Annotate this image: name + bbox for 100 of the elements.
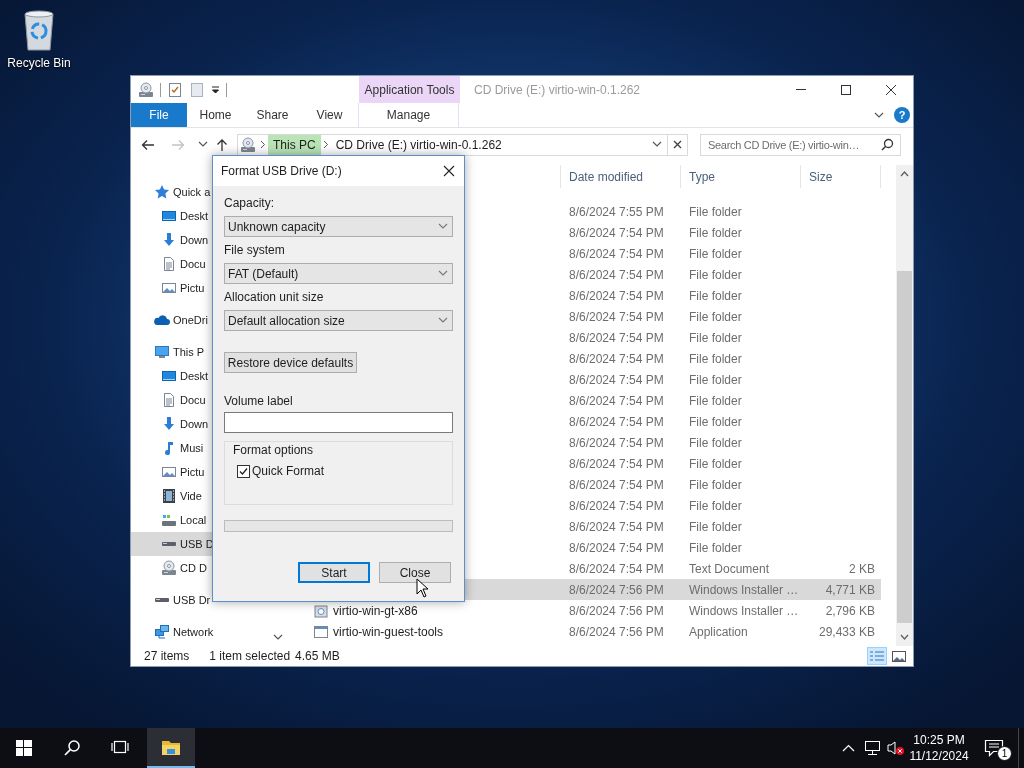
chevron-down-icon[interactable] bbox=[874, 111, 884, 119]
notification-badge: 1 bbox=[997, 746, 1012, 761]
speaker-icon[interactable] bbox=[887, 740, 905, 756]
size-cell-text: 29,433 KB bbox=[817, 624, 876, 639]
star-icon bbox=[154, 184, 170, 200]
taskbar-button[interactable] bbox=[147, 728, 195, 768]
date-cell-text: 8/6/2024 7:56 PM bbox=[568, 624, 665, 639]
ribbon-tab[interactable]: Manage bbox=[358, 103, 459, 127]
dropdown[interactable]: Default allocation size bbox=[224, 310, 453, 331]
ribbon-tab[interactable]: Share bbox=[244, 103, 301, 127]
dialog-button[interactable]: Close bbox=[379, 562, 451, 583]
column-header[interactable]: Date modified bbox=[561, 165, 681, 188]
clock-time[interactable]: 10:25 PM bbox=[913, 732, 965, 748]
document-icon bbox=[161, 256, 177, 272]
close-icon[interactable] bbox=[443, 165, 455, 177]
type-cell-text: Windows Installer … bbox=[688, 582, 800, 597]
ribbon-tab[interactable]: View bbox=[301, 103, 358, 127]
file-row[interactable]: virtio-win-gt-x86 8/6/2024 7:56 PM Windows Installer … 2,796 KB bbox=[291, 600, 881, 621]
volume-label-field[interactable] bbox=[224, 412, 453, 433]
date-cell-text: 8/6/2024 7:54 PM bbox=[568, 498, 665, 513]
type-cell-text: File folder bbox=[688, 267, 743, 282]
type-cell-text: File folder bbox=[688, 225, 743, 240]
search-icon[interactable] bbox=[64, 740, 80, 756]
nav-item[interactable]: Local bbox=[131, 508, 291, 532]
size-cell-text: 2,796 KB bbox=[824, 603, 876, 618]
size-cell-text: 2 KB bbox=[848, 561, 876, 576]
type-cell-text: File folder bbox=[688, 309, 743, 324]
network-monitor-icon[interactable] bbox=[863, 740, 881, 756]
clear-button[interactable] bbox=[668, 133, 688, 156]
chevron-down-icon[interactable] bbox=[652, 141, 662, 148]
installer-icon bbox=[313, 602, 329, 619]
date-cell-text: 8/6/2024 7:55 PM bbox=[568, 204, 665, 219]
type-cell-text: File folder bbox=[688, 246, 743, 261]
document-icon bbox=[161, 392, 177, 408]
scrollbar-thumb[interactable] bbox=[897, 271, 912, 623]
type-cell-text: File folder bbox=[688, 351, 743, 366]
dialog-title: Format USB Drive (D:) bbox=[221, 164, 342, 178]
group-title: Format options bbox=[233, 443, 315, 457]
monitor-icon bbox=[154, 344, 170, 360]
disc-drive-icon bbox=[161, 560, 177, 576]
field-label: Volume label bbox=[224, 394, 294, 408]
chevron-up-icon[interactable] bbox=[841, 744, 855, 752]
dialog-button[interactable]: Start bbox=[298, 562, 370, 583]
window-title: CD Drive (E:) virtio-win-0.1.262 bbox=[473, 81, 642, 99]
nav-item[interactable]: Network bbox=[131, 620, 291, 644]
breadcrumb[interactable]: This PC bbox=[268, 134, 321, 155]
search-icon[interactable] bbox=[881, 138, 894, 151]
type-cell-text: File folder bbox=[688, 498, 743, 513]
chevron-right-icon[interactable] bbox=[322, 140, 329, 149]
nav-item[interactable]: CD D bbox=[131, 556, 291, 580]
breadcrumb[interactable]: CD Drive (E:) virtio-win-0.1.262 bbox=[330, 134, 507, 155]
date-cell-text: 8/6/2024 7:54 PM bbox=[568, 414, 665, 429]
contextual-tab-group: Application Tools bbox=[359, 76, 460, 103]
picture-icon bbox=[161, 280, 177, 296]
close-icon[interactable] bbox=[884, 83, 897, 96]
ribbon-tab[interactable]: Home bbox=[187, 103, 244, 127]
date-cell-text: 8/6/2024 7:54 PM bbox=[568, 246, 665, 261]
ribbon-tab[interactable]: File bbox=[131, 103, 187, 127]
column-header[interactable]: Type bbox=[681, 165, 801, 188]
x-icon[interactable] bbox=[673, 140, 682, 149]
checklist-icon[interactable] bbox=[167, 81, 183, 98]
column-header[interactable]: Size bbox=[801, 165, 881, 188]
type-cell-text: Application bbox=[688, 624, 749, 639]
nav-item[interactable]: Down bbox=[131, 412, 291, 436]
file-row[interactable]: virtio-win-guest-tools 8/6/2024 7:56 PM Application 29,433 KB bbox=[291, 621, 881, 642]
windows-logo-icon[interactable] bbox=[16, 740, 32, 756]
nav-item[interactable]: USB Dr bbox=[131, 588, 291, 612]
date-cell-text: 8/6/2024 7:54 PM bbox=[568, 456, 665, 471]
date-cell-text: 8/6/2024 7:54 PM bbox=[568, 267, 665, 282]
date-cell-text: 8/6/2024 7:54 PM bbox=[568, 435, 665, 450]
type-cell-text: File folder bbox=[688, 393, 743, 408]
file-name: virtio-win-gt-x86 bbox=[333, 603, 418, 618]
disc-drive-icon[interactable] bbox=[138, 81, 154, 98]
clock-date[interactable]: 11/12/2024 bbox=[909, 748, 969, 764]
chevron-right-icon[interactable] bbox=[260, 140, 266, 149]
type-cell-text: File folder bbox=[688, 519, 743, 534]
nav-item[interactable]: Vide bbox=[131, 484, 291, 508]
type-cell-text: Windows Installer … bbox=[688, 603, 800, 618]
dropdown[interactable]: FAT (Default) bbox=[224, 263, 453, 284]
item-count: 27 items bbox=[144, 649, 190, 663]
maximize-icon[interactable] bbox=[839, 83, 852, 96]
chevron-down-icon[interactable] bbox=[273, 634, 283, 641]
date-cell-text: 8/6/2024 7:54 PM bbox=[568, 330, 665, 345]
type-cell-text: Text Document bbox=[688, 561, 771, 576]
help-button[interactable]: ? bbox=[894, 107, 910, 123]
restore-defaults-button[interactable]: Restore device defaults bbox=[224, 352, 357, 373]
date-cell-text: 8/6/2024 7:54 PM bbox=[568, 309, 665, 324]
checkbox-label[interactable]: Quick Format bbox=[252, 464, 324, 478]
download-arrow-icon bbox=[161, 416, 177, 432]
date-cell-text: 8/6/2024 7:54 PM bbox=[568, 477, 665, 492]
notification-icon[interactable] bbox=[984, 739, 1004, 757]
dropdown[interactable]: Unknown capacity bbox=[224, 216, 453, 237]
field-label: Allocation unit size bbox=[224, 290, 325, 304]
checkbox[interactable] bbox=[237, 464, 250, 478]
field-label: File system bbox=[224, 243, 286, 257]
desktop-icon-label[interactable]: Recycle Bin bbox=[7, 56, 71, 70]
drive-icon bbox=[154, 597, 170, 603]
chevron-down-icon[interactable] bbox=[198, 141, 208, 148]
type-cell-text: File folder bbox=[688, 477, 743, 492]
search-field[interactable]: Search CD Drive (E:) virtio-win… bbox=[700, 133, 901, 156]
